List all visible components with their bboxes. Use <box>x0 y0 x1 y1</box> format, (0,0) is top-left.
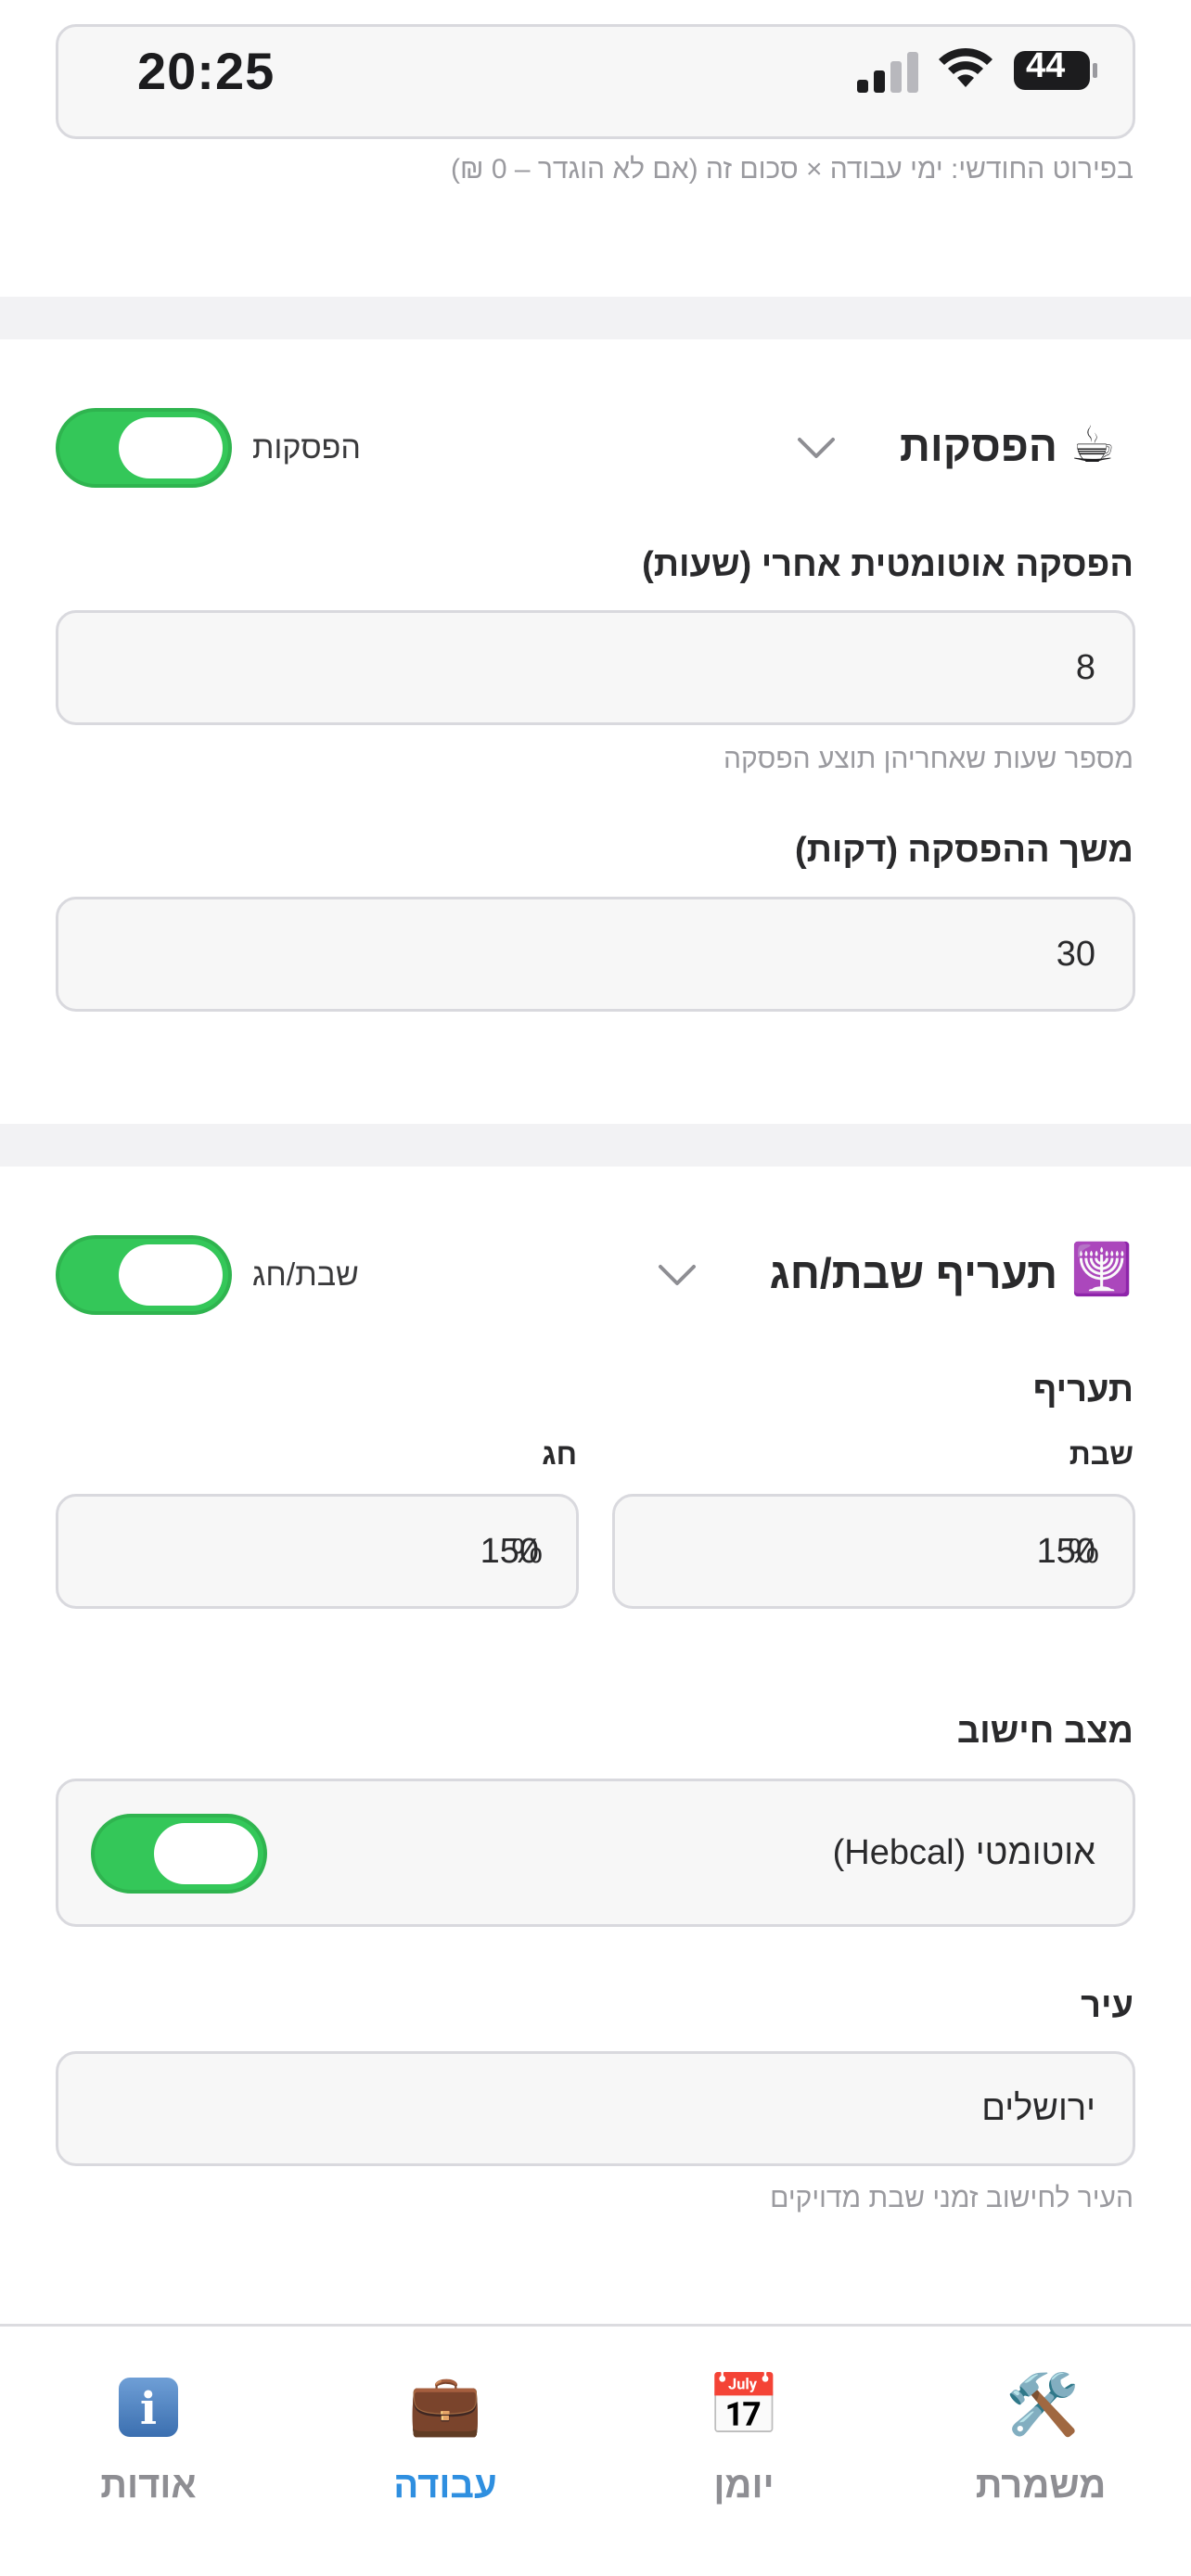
break-duration-input[interactable]: 30 <box>56 897 1135 1012</box>
holiday-rate-input[interactable]: 150 % <box>56 1494 579 1609</box>
tab-journal[interactable]: יומן <box>633 2465 855 2506</box>
city-value: ירושלים <box>981 2089 1095 2128</box>
shabbat-rate-input[interactable]: 150 % <box>612 1494 1135 1609</box>
calendar-icon[interactable]: 📅 <box>688 2370 800 2440</box>
holiday-rate-unit: % <box>511 1532 543 1571</box>
breaks-section-title: הפסקות <box>899 422 1057 470</box>
tools-icon[interactable]: 🛠️ <box>987 2370 1098 2440</box>
breaks-toggle[interactable] <box>56 408 232 488</box>
breaks-toggle-label: הפסקות <box>252 430 361 465</box>
section-divider <box>0 1124 1191 1167</box>
calc-mode-toggle[interactable] <box>91 1814 267 1894</box>
tab-bar <box>0 2324 1191 2576</box>
calc-mode-label: מצב חישוב <box>956 1712 1133 1751</box>
section-divider <box>0 297 1191 339</box>
tab-about[interactable]: אודות <box>37 2465 260 2506</box>
battery-level: 44 <box>1026 46 1066 85</box>
shabbat-section-title: תעריף שבת/חג <box>769 1249 1057 1297</box>
briefcase-icon[interactable]: 💼 <box>390 2370 501 2440</box>
auto-break-hint: מספר שעות שאחריהן תוצע הפסקה <box>723 744 1133 774</box>
chevron-down-icon[interactable] <box>796 436 837 462</box>
monthly-breakdown-hint: בפירוט החודשי: ימי עבודה × סכום זה (אם ל… <box>451 154 1133 185</box>
chevron-down-icon[interactable] <box>657 1263 698 1289</box>
break-duration-label: משך ההפסקה (דקות) <box>794 831 1133 870</box>
menorah-icon: 🕎 <box>1070 1242 1133 1297</box>
break-duration-value: 30 <box>1056 935 1095 974</box>
tab-work[interactable]: עבודה <box>334 2465 557 2506</box>
calc-mode-value: אוטומטי (Hebcal) <box>832 1833 1095 1872</box>
city-hint: העיר לחישוב זמני שבת מדויקים <box>770 2183 1133 2213</box>
shabbat-toggle[interactable] <box>56 1235 232 1315</box>
shabbat-toggle-label: שבת/חג <box>252 1257 359 1293</box>
city-label: עיר <box>1081 1986 1133 2025</box>
city-input[interactable]: ירושלים <box>56 2051 1135 2166</box>
tab-shift[interactable]: משמרת <box>929 2465 1152 2506</box>
holiday-rate-label: חג <box>542 1437 577 1471</box>
signal-bars-icon <box>857 48 922 93</box>
rate-label: תעריף <box>1032 1371 1133 1409</box>
auto-break-hours-value: 8 <box>1075 648 1095 687</box>
info-icon[interactable]: i <box>119 2378 178 2437</box>
auto-break-hours-input[interactable]: 8 <box>56 610 1135 725</box>
status-time: 20:25 <box>137 42 275 100</box>
shabbat-rate-unit: % <box>1068 1532 1099 1571</box>
coffee-icon: ☕ <box>1070 417 1116 473</box>
shabbat-rate-label: שבת <box>1069 1437 1133 1471</box>
auto-break-label: הפסקה אוטומטית אחרי (שעות) <box>642 545 1133 584</box>
wifi-icon <box>939 47 992 87</box>
